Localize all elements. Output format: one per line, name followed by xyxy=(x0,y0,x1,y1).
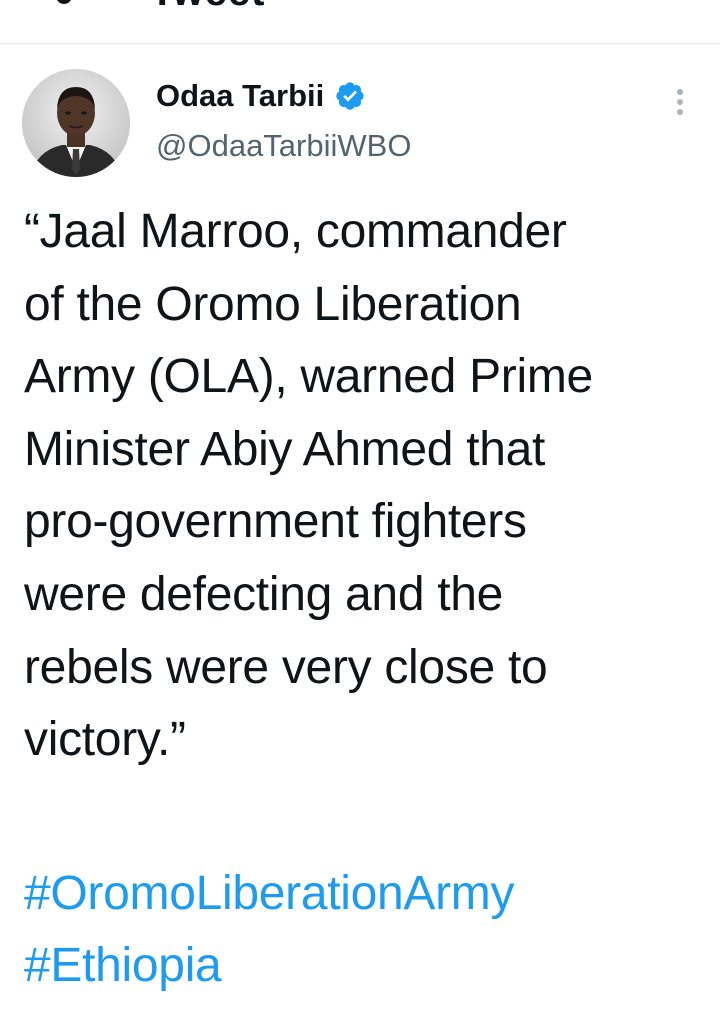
author-handle[interactable]: @OdaaTarbiiWBO xyxy=(156,126,411,166)
more-options-icon[interactable] xyxy=(664,84,696,120)
avatar-image xyxy=(22,69,130,177)
author-display-name[interactable]: Odaa Tarbii xyxy=(156,76,324,116)
top-header-strip: Tweet xyxy=(0,0,720,44)
tweet-hashtags: #OromoLiberationArmy #Ethiopia xyxy=(24,858,714,1002)
author-name-row: Odaa Tarbii xyxy=(156,76,366,116)
header-divider xyxy=(0,43,720,44)
hashtag-link[interactable]: #OromoLiberationArmy xyxy=(24,858,714,930)
header-title-partial: Tweet xyxy=(150,0,265,15)
hashtag-link[interactable]: #Ethiopia xyxy=(24,930,714,1002)
tweet-text: “Jaal Marroo, commander of the Oromo Lib… xyxy=(24,205,593,767)
back-arrow-icon[interactable] xyxy=(56,0,72,4)
verified-badge-icon xyxy=(336,82,364,110)
author-avatar[interactable] xyxy=(22,69,130,177)
